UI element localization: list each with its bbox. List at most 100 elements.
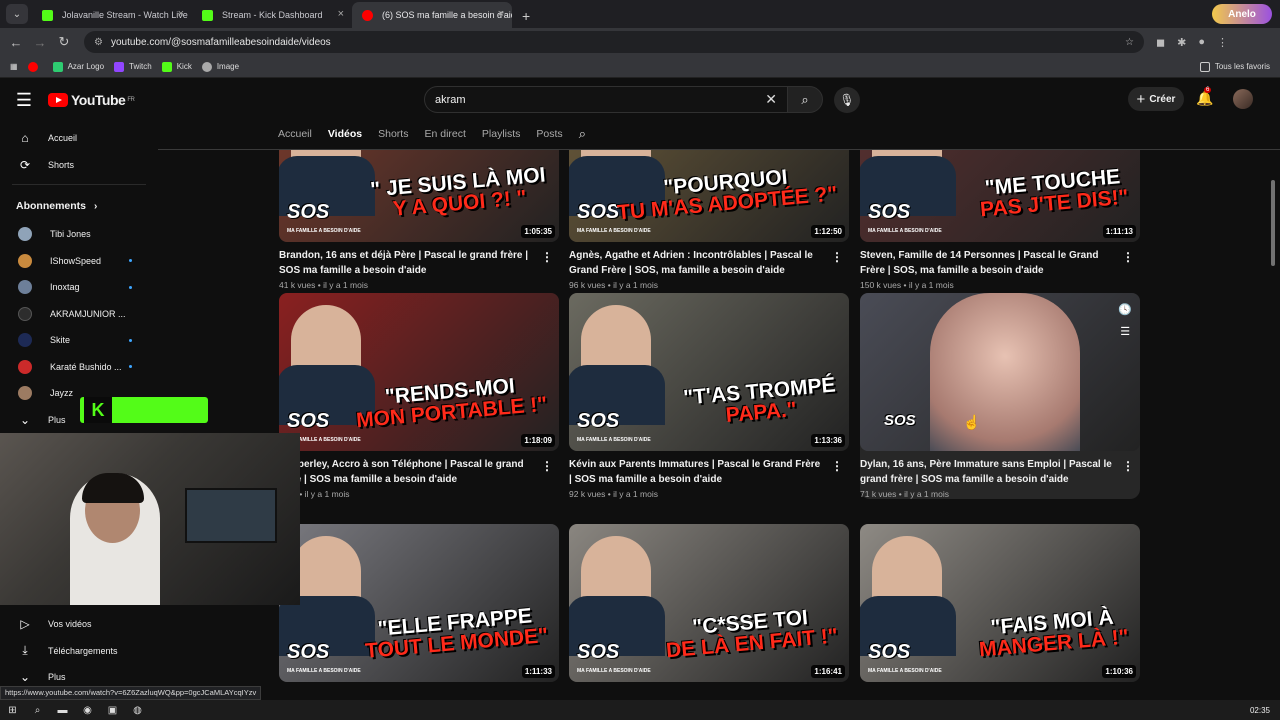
thumbnail-quote: "FAIS MOI À MANGER LÀ !": [978, 605, 1130, 662]
sos-subtitle-logo: MA FAMILLE A BESOIN D'AIDE: [868, 228, 942, 234]
video-thumbnail[interactable]: SOS MA FAMILLE A BESOIN D'AIDE "C*SSE TOI D…: [569, 524, 849, 682]
profile-icon[interactable]: ●: [1198, 36, 1205, 48]
browser-tab-1[interactable]: Jolavanille Stream - Watch Live ×: [32, 2, 192, 28]
taskbar-search-icon[interactable]: ⌕: [25, 705, 50, 716]
bookmark-image[interactable]: Image: [201, 61, 239, 72]
video-menu-icon[interactable]: ⋮: [1122, 250, 1134, 264]
create-button[interactable]: + Créer: [1128, 87, 1184, 111]
file-explorer-icon[interactable]: ▬: [50, 705, 75, 716]
close-tab-icon[interactable]: ×: [338, 8, 344, 20]
host-figure: [569, 536, 665, 656]
video-card[interactable]: SOS MA FAMILLE A BESOIN D'AIDE "FAIS MOI À…: [860, 524, 1140, 690]
video-card[interactable]: SOS MA FAMILLE A BESOIN D'AIDE "POURQUOI TU…: [569, 150, 849, 290]
video-title[interactable]: Kévin aux Parents Immatures | Pascal le …: [569, 458, 825, 487]
add-to-queue-icon[interactable]: ☰: [1118, 321, 1132, 343]
video-thumbnail[interactable]: SOS MA FAMILLE A BESOIN D'AIDE "T'AS TROMP…: [569, 293, 849, 451]
video-thumbnail[interactable]: SOS MA FAMILLE A BESOIN D'AIDE "RENDS-MOI M…: [279, 293, 559, 451]
chrome-icon[interactable]: ◉: [75, 705, 100, 716]
bookmark-kick[interactable]: Kick: [161, 61, 192, 72]
windows-start-icon[interactable]: ⊞: [0, 705, 25, 716]
close-tab-icon[interactable]: ×: [178, 8, 184, 20]
video-thumbnail[interactable]: SOS MA FAMILLE A BESOIN D'AIDE "ELLE FRAPP…: [279, 524, 559, 682]
video-thumbnail[interactable]: SOS MA FAMILLE A BESOIN D'AIDE "FAIS MOI À…: [860, 524, 1140, 682]
video-title[interactable]: Maëva, l'Histérique de la famille | Pasc…: [569, 689, 825, 690]
watch-later-icon[interactable]: 🕓: [1118, 299, 1132, 321]
video-card[interactable]: SOS MA FAMILLE A BESOIN D'AIDE "T'AS TROMP…: [569, 293, 849, 499]
youtube-logo[interactable]: YouTube FR: [48, 92, 135, 108]
video-card[interactable]: SOS MA FAMILLE A BESOIN D'AIDE "ME TOUCHE P…: [860, 150, 1140, 290]
extension-icon[interactable]: ◼: [1156, 36, 1165, 49]
bookmark-twitch[interactable]: Twitch: [114, 61, 152, 72]
menu-dots-icon[interactable]: ⋮: [1217, 36, 1228, 49]
video-stats: 96 k vues • il y a 1 mois: [569, 280, 658, 290]
video-title[interactable]: Steven, Famille de 14 Personnes | Pascal…: [860, 249, 1116, 278]
thumbnail-quote: "T'AS TROMPÉ PAPA.": [682, 373, 837, 428]
video-card[interactable]: SOS MA FAMILLE A BESOIN D'AIDE "RENDS-MOI M…: [279, 293, 559, 499]
search-query: akram: [435, 93, 466, 106]
back-icon[interactable]: ←: [4, 35, 28, 50]
bookmark-azar-logo[interactable]: Azar Logo: [52, 61, 104, 72]
video-thumbnail[interactable]: SOS 🕓 ☰: [860, 293, 1140, 451]
tab-accueil[interactable]: Accueil: [278, 128, 312, 140]
video-menu-icon[interactable]: ⋮: [831, 459, 843, 473]
extensions-puzzle-icon[interactable]: ✱: [1177, 36, 1186, 49]
tab-playlists[interactable]: Playlists: [482, 128, 521, 140]
video-thumbnail[interactable]: SOS MA FAMILLE A BESOIN D'AIDE "ME TOUCHE P…: [860, 150, 1140, 242]
obs-icon[interactable]: ▣: [100, 705, 125, 716]
page-scrollbar[interactable]: [1271, 180, 1275, 266]
new-tab-icon[interactable]: +: [522, 8, 530, 24]
video-title[interactable]: Benoît, Ado Obèse et Insolent | Pascal l…: [860, 689, 1116, 690]
video-title[interactable]: Brandon, 16 ans et déjà Père | Pascal le…: [279, 249, 535, 278]
search-input[interactable]: akram ✕: [424, 86, 788, 113]
close-tab-icon[interactable]: ×: [498, 8, 504, 20]
video-title[interactable]: Agnès, Agathe et Adrien : Incontrôlables…: [569, 249, 825, 278]
video-menu-icon[interactable]: ⋮: [1122, 459, 1134, 473]
address-bar[interactable]: ⚙ youtube.com/@sosmafamilleabesoindaide/…: [84, 31, 1144, 53]
guide-menu-icon[interactable]: ☰: [0, 90, 48, 111]
search-button[interactable]: ⌕: [787, 86, 823, 113]
system-clock[interactable]: 02:35: [1250, 706, 1270, 715]
apps-grid-icon[interactable]: ▦: [10, 62, 18, 71]
clear-search-icon[interactable]: ✕: [765, 91, 777, 108]
video-menu-icon[interactable]: ⋮: [831, 250, 843, 264]
video-menu-icon[interactable]: ⋮: [541, 250, 553, 264]
channel-search-icon[interactable]: ⌕: [579, 126, 586, 142]
reload-icon[interactable]: ↻: [52, 34, 76, 50]
video-thumbnail[interactable]: SOS MA FAMILLE A BESOIN D'AIDE " JE SUIS L…: [279, 150, 559, 242]
bookmark-youtube[interactable]: [27, 61, 43, 72]
video-meta: Agnès, Agathe et Adrien : Incontrôlables…: [569, 242, 849, 290]
video-title[interactable]: Dylan, 16 ans, Père Immature sans Emploi…: [860, 458, 1116, 487]
video-card[interactable]: SOS MA FAMILLE A BESOIN D'AIDE "C*SSE TOI D…: [569, 524, 849, 690]
bookmarks-bar: ▦ Azar Logo Twitch Kick Image Tous les f…: [0, 56, 1280, 78]
all-bookmarks[interactable]: Tous les favoris: [1199, 61, 1270, 72]
browser-tab-3[interactable]: (6) SOS ma famille a besoin d'aide ×: [352, 2, 512, 28]
sidebar-item-home[interactable]: ⌂ Accueil: [0, 125, 158, 152]
video-card[interactable]: SOS MA FAMILLE A BESOIN D'AIDE "ELLE FRAPP…: [279, 524, 559, 690]
video-card[interactable]: SOS MA FAMILLE A BESOIN D'AIDE " JE SUIS L…: [279, 150, 559, 290]
voice-search-button[interactable]: 🎙: [834, 87, 860, 113]
tab-live[interactable]: En direct: [424, 128, 465, 140]
thumbnail-quote: "ELLE FRAPPE TOUT LE MONDE": [363, 604, 549, 663]
site-info-icon[interactable]: ⚙: [94, 37, 103, 48]
thumbnail-quote: " JE SUIS LÀ MOI Y A QUOI ?! ": [369, 163, 547, 221]
tab-posts[interactable]: Posts: [536, 128, 562, 140]
browser-tab-2[interactable]: Stream - Kick Dashboard ×: [192, 2, 352, 28]
tab-shorts[interactable]: Shorts: [378, 128, 408, 140]
video-title[interactable]: Kimberley, Accro à son Téléphone | Pasca…: [279, 458, 535, 487]
video-menu-icon[interactable]: ⋮: [541, 459, 553, 473]
sos-logo: SOS: [577, 641, 620, 663]
notifications-button[interactable]: 🔔 6: [1196, 87, 1213, 107]
tab-videos[interactable]: Vidéos: [328, 128, 362, 140]
profile-badge[interactable]: Anelo: [1212, 4, 1272, 24]
video-thumbnail[interactable]: SOS MA FAMILLE A BESOIN D'AIDE "POURQUOI TU…: [569, 150, 849, 242]
video-title[interactable]: Sarah, Famille de 9 Enfants | Pascal le …: [279, 689, 535, 690]
webcam-overlay: [0, 433, 300, 605]
discord-icon[interactable]: ◍: [125, 705, 150, 716]
microphone-icon: 🎙: [839, 93, 855, 107]
video-card[interactable]: SOS 🕓 ☰ Dylan, 16 ans, Père Immature sans E…: [860, 293, 1140, 499]
forward-icon[interactable]: →: [28, 35, 52, 50]
account-avatar[interactable]: [1233, 89, 1253, 109]
tab-search-icon[interactable]: ⌄: [6, 4, 28, 24]
kick-favicon-icon: [42, 10, 53, 21]
bookmark-star-icon[interactable]: ☆: [1125, 37, 1134, 48]
